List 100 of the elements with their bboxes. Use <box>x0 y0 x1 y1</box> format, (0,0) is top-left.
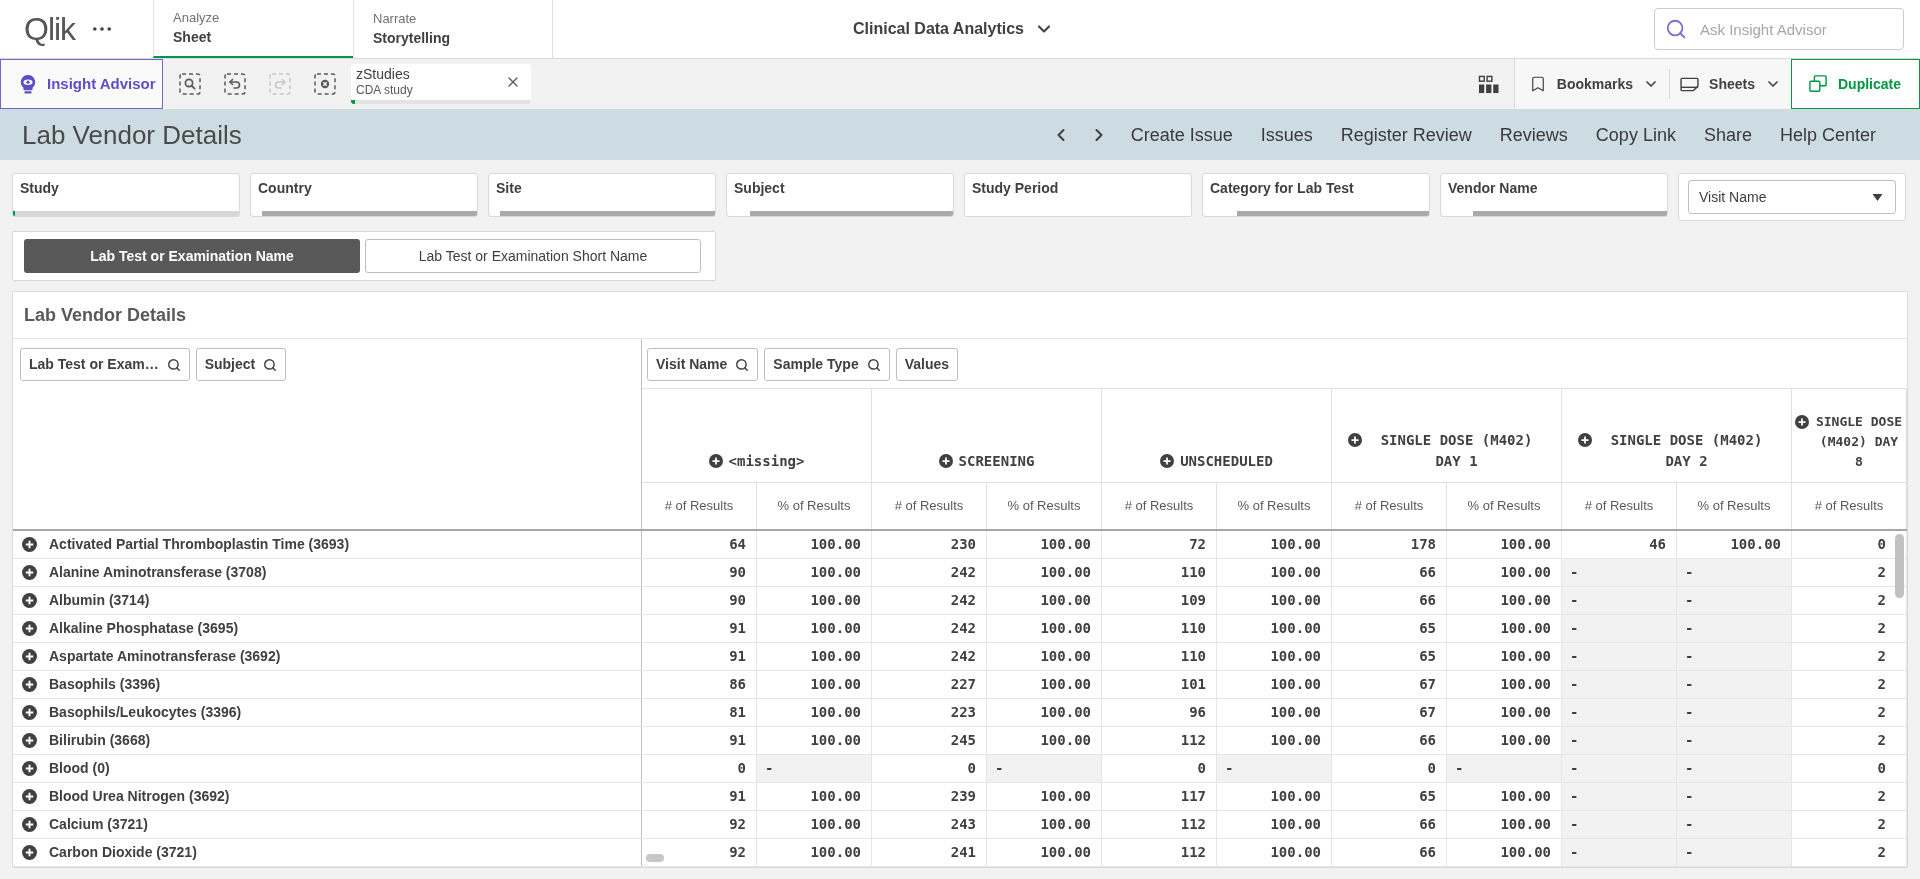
grid-icon[interactable] <box>1477 74 1499 94</box>
header-link[interactable]: Register Review <box>1340 121 1472 149</box>
app-title-dropdown[interactable]: Clinical Data Analytics <box>853 17 1054 41</box>
table-cell: - <box>1562 811 1677 838</box>
column-group-label: <missing> <box>728 452 805 471</box>
table-cell: 100.00 <box>1217 615 1332 642</box>
x-circle-square-icon[interactable] <box>314 73 336 95</box>
table-cell: 223 <box>872 699 987 726</box>
plus-circle-icon[interactable] <box>22 537 37 552</box>
table-cell: 2 <box>1792 839 1907 866</box>
row-label: Alkaline Phosphatase (3695) <box>49 619 239 638</box>
filter-pane[interactable]: Site <box>488 173 716 217</box>
magnifier-square-icon[interactable] <box>179 73 201 95</box>
plus-circle-icon[interactable] <box>22 733 37 748</box>
table-cell: 100.00 <box>987 671 1102 698</box>
copy-icon <box>1808 75 1828 93</box>
plus-circle-icon[interactable] <box>1795 415 1809 429</box>
selection-chip[interactable]: zStudies CDA study <box>351 64 531 104</box>
row-label: Calcium (3721) <box>49 815 148 834</box>
table-cell: 100.00 <box>757 783 872 810</box>
table-cell: 2 <box>1792 615 1907 642</box>
filter-pane[interactable]: Vendor Name <box>1440 173 1668 217</box>
sheets-button[interactable]: Sheets <box>1670 59 1791 109</box>
sheet-title: Lab Vendor Details <box>22 118 242 152</box>
plus-circle-icon[interactable] <box>22 621 37 636</box>
table-cell: - <box>987 755 1102 782</box>
back-arrow-square-icon[interactable] <box>224 73 246 95</box>
plus-circle-icon[interactable] <box>1578 433 1592 447</box>
table-cell: 112 <box>1102 839 1217 866</box>
table-cell: 66 <box>1332 587 1447 614</box>
table-cell: 2 <box>1792 699 1907 726</box>
column-header: # of Results <box>642 483 757 529</box>
search-icon <box>1665 18 1687 40</box>
horizontal-scrollbar-thumb[interactable] <box>646 854 664 862</box>
table-cell: - <box>1677 699 1792 726</box>
header-link[interactable]: Share <box>1703 121 1752 149</box>
plus-circle-icon[interactable] <box>22 649 37 664</box>
table-cell: - <box>1562 643 1677 670</box>
table-cell: - <box>1562 755 1677 782</box>
plus-circle-icon[interactable] <box>938 454 953 468</box>
header-link[interactable]: Copy Link <box>1595 121 1676 149</box>
toggle-button[interactable]: Lab Test or Examination Short Name <box>365 239 701 273</box>
table-cell: 2 <box>1792 643 1907 670</box>
filter-pane[interactable]: Category for Lab Test <box>1202 173 1430 217</box>
table-cell: 242 <box>872 587 987 614</box>
plus-circle-icon[interactable] <box>22 593 37 608</box>
vertical-scrollbar-thumb[interactable] <box>1895 534 1904 598</box>
plus-circle-icon[interactable] <box>1348 433 1362 447</box>
table-cell: 72 <box>1102 531 1217 558</box>
dimension-chip[interactable]: Subject <box>195 348 287 381</box>
filter-pane[interactable]: Study <box>12 173 240 217</box>
plus-circle-icon[interactable] <box>22 705 37 720</box>
header-link[interactable]: Reviews <box>1499 121 1568 149</box>
table-cell: 96 <box>1102 699 1217 726</box>
header-link[interactable]: Issues <box>1260 121 1313 149</box>
table-cell: 100.00 <box>987 839 1102 866</box>
table-cell: 100.00 <box>757 699 872 726</box>
table-cell: 65 <box>1332 783 1447 810</box>
header-link[interactable]: Create Issue <box>1130 121 1233 149</box>
sheet-icon <box>1680 76 1700 92</box>
table-cell: 117 <box>1102 783 1217 810</box>
dimension-chip[interactable]: Lab Test or Exam… <box>20 348 190 381</box>
plus-circle-icon[interactable] <box>22 565 37 580</box>
bookmarks-button[interactable]: Bookmarks <box>1514 59 1670 109</box>
nav-tab[interactable]: Narrate Storytelling <box>353 0 553 58</box>
toggle-button[interactable]: Lab Test or Examination Name <box>24 239 360 273</box>
logo[interactable]: Qlik <box>24 13 76 45</box>
column-header: % of Results <box>1677 483 1792 529</box>
header-link[interactable]: Help Center <box>1779 121 1876 149</box>
plus-circle-icon[interactable] <box>22 845 37 860</box>
table-cell: - <box>1562 839 1677 866</box>
more-icon[interactable] <box>93 27 112 31</box>
table-cell: - <box>1562 783 1677 810</box>
filter-pane[interactable]: Study Period <box>964 173 1192 217</box>
dimension-chip[interactable]: Values <box>895 348 959 381</box>
table-cell: 100.00 <box>987 615 1102 642</box>
row-label: Blood (0) <box>49 759 110 778</box>
plus-circle-icon[interactable] <box>22 677 37 692</box>
filter-label: Subject <box>733 179 786 197</box>
dimension-chip[interactable]: Visit Name <box>647 348 759 381</box>
table-cell: 230 <box>872 531 987 558</box>
table-cell: 100.00 <box>757 839 872 866</box>
plus-circle-icon[interactable] <box>22 817 37 832</box>
plus-circle-icon[interactable] <box>22 761 37 776</box>
filter-pane[interactable]: Country <box>250 173 478 217</box>
table-cell: 100.00 <box>1447 531 1562 558</box>
dropdown[interactable]: Visit Name <box>1688 180 1896 214</box>
dimension-chip[interactable]: Sample Type <box>764 348 890 381</box>
table-cell: - <box>1677 559 1792 586</box>
search-field[interactable]: Ask Insight Advisor <box>1654 8 1904 50</box>
plus-circle-icon[interactable] <box>708 454 723 468</box>
duplicate-button[interactable]: Duplicate <box>1791 59 1920 109</box>
plus-circle-icon[interactable] <box>22 789 37 804</box>
table-cell: 227 <box>872 671 987 698</box>
insight-advisor-button[interactable]: Insight Advisor <box>0 59 163 109</box>
filter-pane[interactable]: Subject <box>726 173 954 217</box>
table-cell: 91 <box>642 727 757 754</box>
column-header: % of Results <box>1217 483 1332 529</box>
filter-label: Vendor Name <box>1447 179 1539 197</box>
plus-circle-icon[interactable] <box>1160 454 1175 468</box>
